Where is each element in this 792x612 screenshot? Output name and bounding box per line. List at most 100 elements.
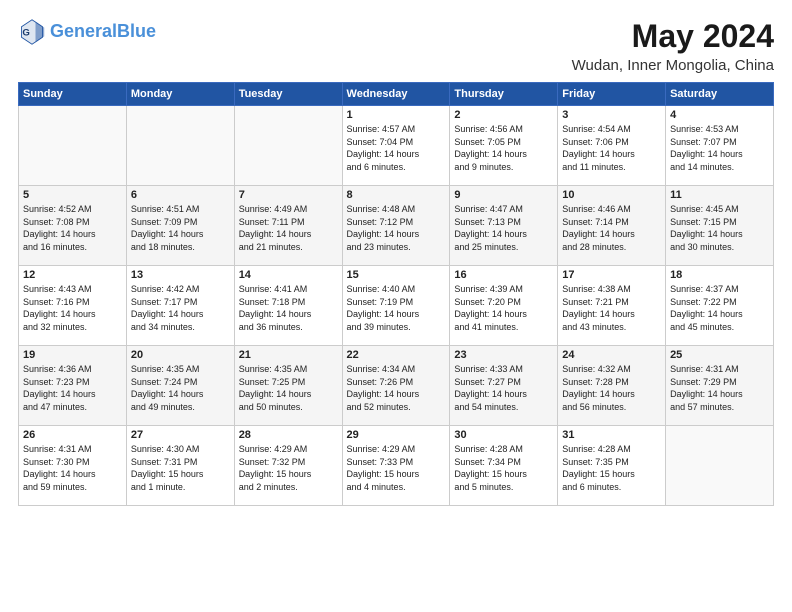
cell-content: Sunrise: 4:39 AM Sunset: 7:20 PM Dayligh… [454, 283, 553, 333]
day-number: 6 [131, 189, 230, 201]
day-number: 12 [23, 269, 122, 281]
calendar-cell [126, 106, 234, 186]
day-number: 20 [131, 349, 230, 361]
day-number: 8 [347, 189, 446, 201]
calendar-cell: 22 Sunrise: 4:34 AM Sunset: 7:26 PM Dayli… [342, 346, 450, 426]
calendar-cell: 6 Sunrise: 4:51 AM Sunset: 7:09 PM Daylig… [126, 186, 234, 266]
day-number: 11 [670, 189, 769, 201]
calendar-cell: 23 Sunrise: 4:33 AM Sunset: 7:27 PM Dayli… [450, 346, 558, 426]
weekday-header-sunday: Sunday [19, 83, 127, 106]
day-number: 30 [454, 429, 553, 441]
weekday-header-thursday: Thursday [450, 83, 558, 106]
calendar-cell: 8 Sunrise: 4:48 AM Sunset: 7:12 PM Daylig… [342, 186, 450, 266]
header: G GeneralBlue May 2024 Wudan, Inner Mong… [18, 18, 774, 74]
weekday-header-saturday: Saturday [666, 83, 774, 106]
logo-icon: G [18, 18, 46, 46]
calendar-cell: 27 Sunrise: 4:30 AM Sunset: 7:31 PM Dayli… [126, 426, 234, 506]
calendar-cell: 7Sunrise: 4:49 AM Sunset: 7:11 PM Daylig… [234, 186, 342, 266]
calendar-cell: 21Sunrise: 4:35 AM Sunset: 7:25 PM Dayli… [234, 346, 342, 426]
cell-content: Sunrise: 4:33 AM Sunset: 7:27 PM Dayligh… [454, 363, 553, 413]
cell-content: Sunrise: 4:47 AM Sunset: 7:13 PM Dayligh… [454, 203, 553, 253]
cell-content: Sunrise: 4:38 AM Sunset: 7:21 PM Dayligh… [562, 283, 661, 333]
calendar-cell: 9Sunrise: 4:47 AM Sunset: 7:13 PM Daylig… [450, 186, 558, 266]
week-row-2: 12 Sunrise: 4:43 AM Sunset: 7:16 PM Dayli… [19, 266, 774, 346]
calendar-cell: 18 Sunrise: 4:37 AM Sunset: 7:22 PM Dayli… [666, 266, 774, 346]
day-number: 4 [670, 109, 769, 121]
cell-content: Sunrise: 4:29 AM Sunset: 7:33 PM Dayligh… [347, 443, 446, 493]
cell-content: Sunrise: 4:28 AM Sunset: 7:34 PM Dayligh… [454, 443, 553, 493]
calendar-cell: 28 Sunrise: 4:29 AM Sunset: 7:32 PM Dayli… [234, 426, 342, 506]
cell-content: Sunrise: 4:35 AM Sunset: 7:24 PM Dayligh… [131, 363, 230, 413]
logo-line2: Blue [117, 21, 156, 41]
cell-content: Sunrise: 4:51 AM Sunset: 7:09 PM Dayligh… [131, 203, 230, 253]
calendar-table: SundayMondayTuesdayWednesdayThursdayFrid… [18, 82, 774, 506]
cell-content: Sunrise: 4:41 AM Sunset: 7:18 PM Dayligh… [239, 283, 338, 333]
calendar-cell: 17Sunrise: 4:38 AM Sunset: 7:21 PM Dayli… [558, 266, 666, 346]
day-number: 27 [131, 429, 230, 441]
day-number: 7 [239, 189, 338, 201]
cell-content: Sunrise: 4:54 AM Sunset: 7:06 PM Dayligh… [562, 123, 661, 173]
weekday-header-friday: Friday [558, 83, 666, 106]
day-number: 22 [347, 349, 446, 361]
day-number: 18 [670, 269, 769, 281]
calendar-cell: 16Sunrise: 4:39 AM Sunset: 7:20 PM Dayli… [450, 266, 558, 346]
day-number: 15 [347, 269, 446, 281]
cell-content: Sunrise: 4:57 AM Sunset: 7:04 PM Dayligh… [347, 123, 446, 173]
cell-content: Sunrise: 4:42 AM Sunset: 7:17 PM Dayligh… [131, 283, 230, 333]
day-number: 26 [23, 429, 122, 441]
day-number: 31 [562, 429, 661, 441]
week-row-3: 19 Sunrise: 4:36 AM Sunset: 7:23 PM Dayli… [19, 346, 774, 426]
cell-content: Sunrise: 4:37 AM Sunset: 7:22 PM Dayligh… [670, 283, 769, 333]
calendar-cell [19, 106, 127, 186]
calendar-cell: 10Sunrise: 4:46 AM Sunset: 7:14 PM Dayli… [558, 186, 666, 266]
cell-content: Sunrise: 4:56 AM Sunset: 7:05 PM Dayligh… [454, 123, 553, 173]
calendar-cell: 26 Sunrise: 4:31 AM Sunset: 7:30 PM Dayli… [19, 426, 127, 506]
day-number: 23 [454, 349, 553, 361]
day-number: 19 [23, 349, 122, 361]
logo-line1: General [50, 21, 117, 41]
month-title: May 2024 [572, 18, 774, 55]
cell-content: Sunrise: 4:28 AM Sunset: 7:35 PM Dayligh… [562, 443, 661, 493]
cell-content: Sunrise: 4:40 AM Sunset: 7:19 PM Dayligh… [347, 283, 446, 333]
day-number: 14 [239, 269, 338, 281]
day-number: 2 [454, 109, 553, 121]
cell-content: Sunrise: 4:31 AM Sunset: 7:29 PM Dayligh… [670, 363, 769, 413]
cell-content: Sunrise: 4:34 AM Sunset: 7:26 PM Dayligh… [347, 363, 446, 413]
weekday-header-monday: Monday [126, 83, 234, 106]
calendar-cell [234, 106, 342, 186]
week-row-0: 1Sunrise: 4:57 AM Sunset: 7:04 PM Daylig… [19, 106, 774, 186]
cell-content: Sunrise: 4:53 AM Sunset: 7:07 PM Dayligh… [670, 123, 769, 173]
calendar-cell: 31 Sunrise: 4:28 AM Sunset: 7:35 PM Dayli… [558, 426, 666, 506]
cell-content: Sunrise: 4:36 AM Sunset: 7:23 PM Dayligh… [23, 363, 122, 413]
day-number: 3 [562, 109, 661, 121]
title-block: May 2024 Wudan, Inner Mongolia, China [572, 18, 774, 74]
svg-text:G: G [22, 28, 29, 39]
calendar-cell: 5 Sunrise: 4:52 AM Sunset: 7:08 PM Daylig… [19, 186, 127, 266]
week-row-4: 26 Sunrise: 4:31 AM Sunset: 7:30 PM Dayli… [19, 426, 774, 506]
day-number: 5 [23, 189, 122, 201]
calendar-cell [666, 426, 774, 506]
day-number: 10 [562, 189, 661, 201]
weekday-header-wednesday: Wednesday [342, 83, 450, 106]
cell-content: Sunrise: 4:29 AM Sunset: 7:32 PM Dayligh… [239, 443, 338, 493]
calendar-cell: 4 Sunrise: 4:53 AM Sunset: 7:07 PM Daylig… [666, 106, 774, 186]
logo-text: GeneralBlue [50, 22, 156, 42]
day-number: 25 [670, 349, 769, 361]
calendar-cell: 11 Sunrise: 4:45 AM Sunset: 7:15 PM Dayli… [666, 186, 774, 266]
day-number: 28 [239, 429, 338, 441]
cell-content: Sunrise: 4:31 AM Sunset: 7:30 PM Dayligh… [23, 443, 122, 493]
calendar-cell: 19 Sunrise: 4:36 AM Sunset: 7:23 PM Dayli… [19, 346, 127, 426]
calendar-cell: 2 Sunrise: 4:56 AM Sunset: 7:05 PM Daylig… [450, 106, 558, 186]
calendar-cell: 20 Sunrise: 4:35 AM Sunset: 7:24 PM Dayli… [126, 346, 234, 426]
calendar-page: G GeneralBlue May 2024 Wudan, Inner Mong… [0, 0, 792, 612]
location: Wudan, Inner Mongolia, China [572, 57, 774, 74]
cell-content: Sunrise: 4:45 AM Sunset: 7:15 PM Dayligh… [670, 203, 769, 253]
calendar-cell: 1Sunrise: 4:57 AM Sunset: 7:04 PM Daylig… [342, 106, 450, 186]
weekday-header-tuesday: Tuesday [234, 83, 342, 106]
cell-content: Sunrise: 4:52 AM Sunset: 7:08 PM Dayligh… [23, 203, 122, 253]
week-row-1: 5 Sunrise: 4:52 AM Sunset: 7:08 PM Daylig… [19, 186, 774, 266]
cell-content: Sunrise: 4:48 AM Sunset: 7:12 PM Dayligh… [347, 203, 446, 253]
calendar-cell: 24Sunrise: 4:32 AM Sunset: 7:28 PM Dayli… [558, 346, 666, 426]
cell-content: Sunrise: 4:30 AM Sunset: 7:31 PM Dayligh… [131, 443, 230, 493]
cell-content: Sunrise: 4:43 AM Sunset: 7:16 PM Dayligh… [23, 283, 122, 333]
